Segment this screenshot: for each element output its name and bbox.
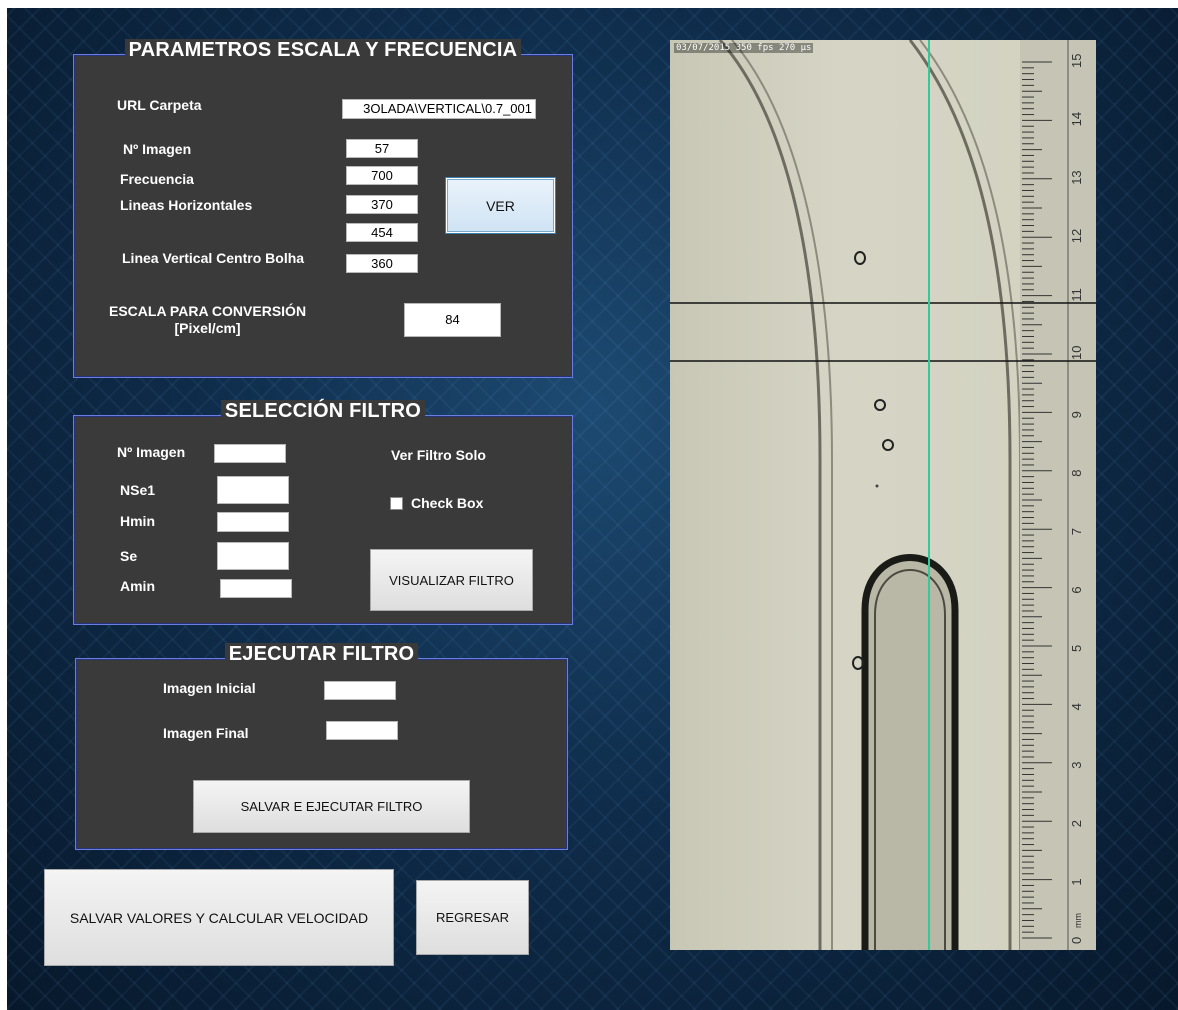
checkbox-label: Check Box	[411, 495, 484, 511]
escala-field[interactable]: 84	[404, 303, 501, 337]
bubble-image: 15 14 13 12 11 10 9 8 7 6 5 4 3 2 1 0 mm 03/07/2015 350 …	[670, 40, 1096, 950]
escala-label-line1: ESCALA PARA CONVERSIÓN	[109, 303, 307, 319]
imagen-inicial-label: Imagen Inicial	[163, 680, 256, 696]
imagen-final-label: Imagen Final	[163, 725, 249, 741]
salvar-ejecutar-button[interactable]: SALVAR E EJECUTAR FILTRO	[193, 780, 470, 833]
ruler-label: 9	[1069, 411, 1084, 418]
lineas-label: Lineas Horizontales	[120, 197, 253, 213]
filtro-nimagen-field[interactable]	[214, 444, 286, 463]
visualizar-filtro-button[interactable]: VISUALIZAR FILTRO	[370, 549, 533, 611]
amin-label: Amin	[120, 578, 155, 594]
ruler-label: 5	[1069, 645, 1084, 652]
ruler-label: 7	[1069, 528, 1084, 535]
se-field[interactable]	[217, 542, 289, 570]
ruler-label: 3	[1069, 762, 1084, 769]
filtro-panel-title: SELECCIÓN FILTRO	[220, 400, 426, 422]
ejecutar-panel: EJECUTAR FILTRO Imagen Inicial Imagen Fi…	[75, 643, 568, 850]
filtro-panel: SELECCIÓN FILTRO Nº Imagen NSe1 Hmin Se …	[73, 400, 573, 625]
imagen-final-field[interactable]	[326, 721, 398, 740]
app-background: PARAMETROS ESCALA Y FRECUENCIA URL Carpe…	[7, 8, 1178, 1010]
ruler-label: 2	[1069, 820, 1084, 827]
hmin-label: Hmin	[120, 513, 155, 529]
ruler-label: 4	[1069, 703, 1084, 710]
ver-filtro-checkbox[interactable]	[390, 497, 403, 510]
hmin-field[interactable]	[217, 512, 289, 532]
ruler-label: 6	[1069, 586, 1084, 593]
photo-timestamp: 03/07/2015 350 fps 270 µs	[674, 43, 814, 53]
ruler-label: 13	[1069, 170, 1084, 184]
ejecutar-panel-title: EJECUTAR FILTRO	[224, 643, 419, 665]
nimagen-field[interactable]: 57	[346, 139, 418, 158]
imagen-inicial-field[interactable]	[324, 681, 396, 700]
ruler-unit: mm	[1073, 913, 1083, 928]
ruler-label: 11	[1069, 288, 1084, 302]
ruler-label: 10	[1069, 346, 1084, 360]
escala-label: ESCALA PARA CONVERSIÓN [Pixel/cm]	[109, 303, 306, 337]
ruler-label: 0	[1069, 937, 1084, 944]
ruler-label: 1	[1069, 878, 1084, 885]
linea-vertical-field[interactable]: 360	[346, 254, 418, 273]
nimagen-label: Nº Imagen	[123, 141, 192, 157]
se-label: Se	[120, 548, 138, 564]
frecuencia-field[interactable]: 700	[346, 166, 418, 185]
url-label: URL Carpeta	[117, 97, 202, 113]
nse1-field[interactable]	[217, 476, 289, 504]
amin-field[interactable]	[220, 579, 292, 598]
ver-filtro-label: Ver Filtro Solo	[391, 447, 486, 463]
linea-horizontal-1-field[interactable]: 370	[346, 195, 418, 214]
bubble-image-graphic: 1514131211109876543210mm	[670, 40, 1096, 950]
salvar-valores-button[interactable]: SALVAR VALORES Y CALCULAR VELOCIDAD	[44, 869, 394, 966]
filtro-nimagen-label: Nº Imagen	[117, 444, 186, 460]
url-field[interactable]: 3OLADA\VERTICAL\0.7_001	[342, 99, 536, 119]
vertical-label: Linea Vertical Centro Bolha	[122, 250, 305, 266]
ruler-label: 8	[1069, 470, 1084, 477]
escala-panel-title: PARAMETROS ESCALA Y FRECUENCIA	[124, 39, 522, 61]
escala-label-line2: [Pixel/cm]	[174, 320, 241, 336]
ver-button[interactable]: VER	[445, 177, 556, 234]
escala-panel: PARAMETROS ESCALA Y FRECUENCIA URL Carpe…	[73, 39, 573, 378]
linea-horizontal-2-field[interactable]: 454	[346, 223, 418, 242]
ruler-label: 15	[1069, 54, 1084, 68]
regresar-button[interactable]: REGRESAR	[416, 880, 529, 955]
ruler-label: 12	[1069, 229, 1084, 243]
nse1-label: NSe1	[120, 482, 156, 498]
frecuencia-label: Frecuencia	[120, 171, 194, 187]
ruler-label: 14	[1069, 112, 1084, 126]
